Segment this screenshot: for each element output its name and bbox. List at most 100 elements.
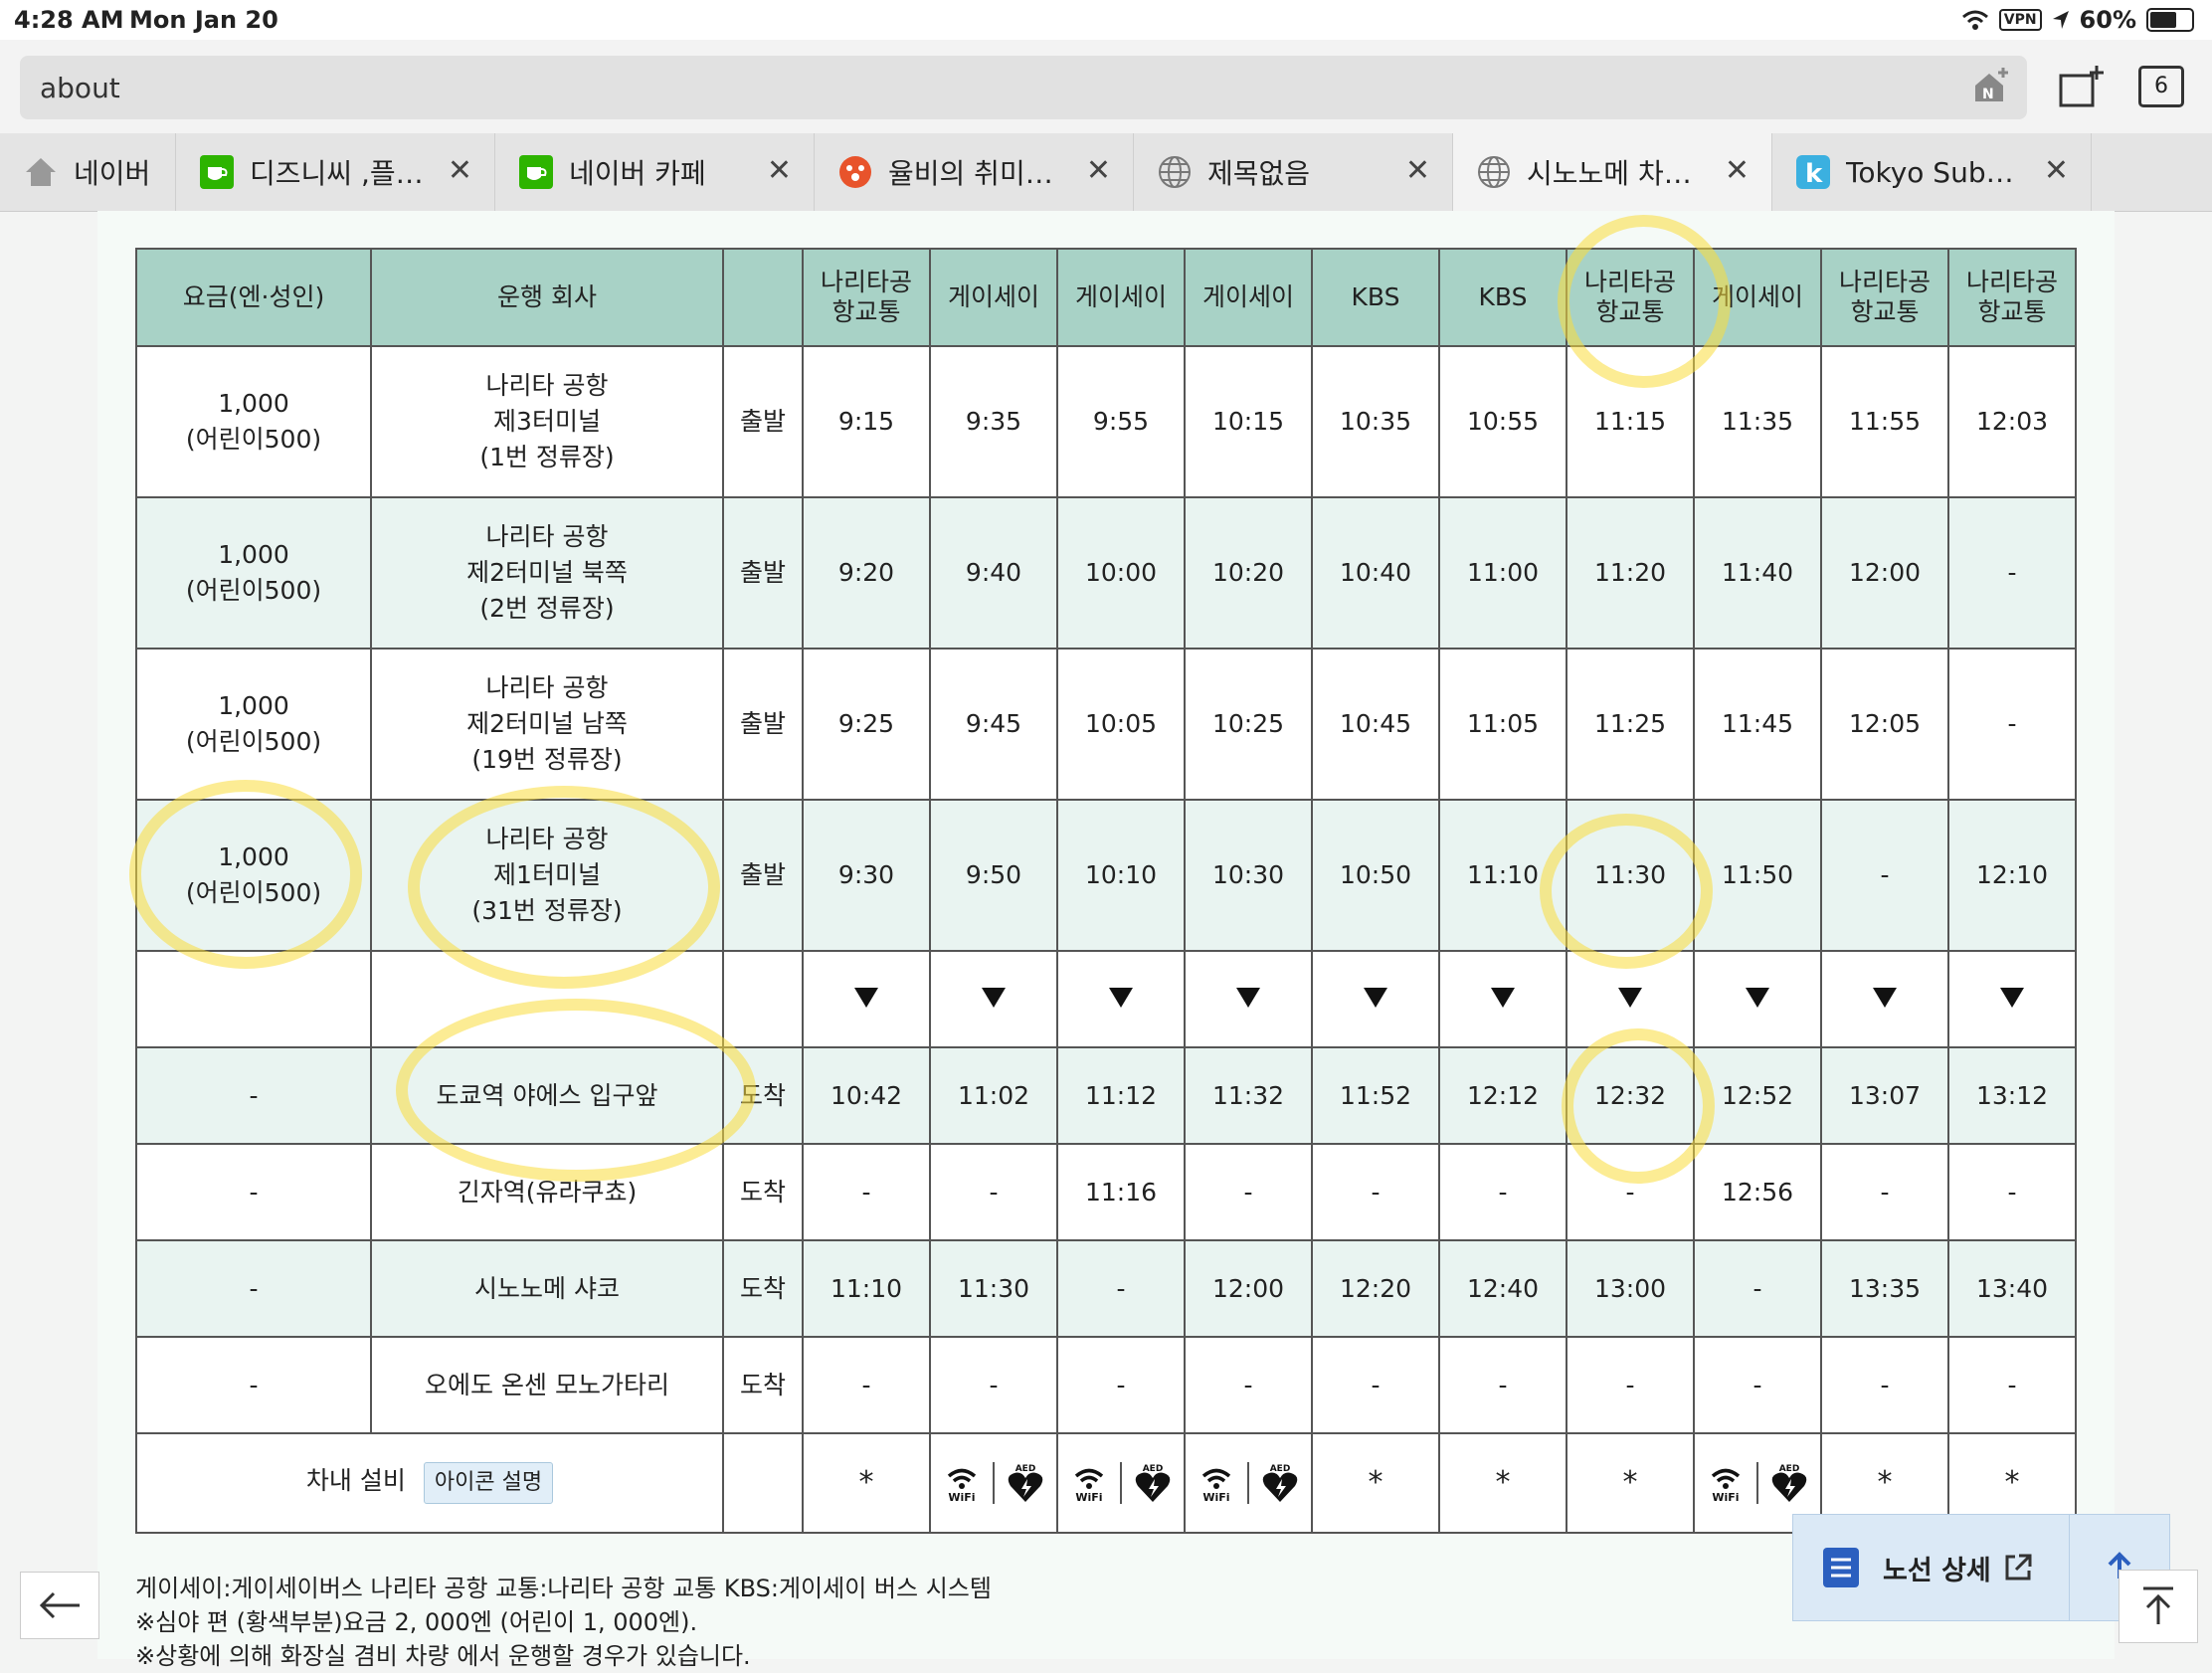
arrival-row: - 시노노메 샤코 도착 11:10 11:30-12:00 12:20 12:40 13:0… [135,1239,2077,1338]
wifi-text: WiFi [1202,1491,1229,1503]
time-cell: 10:10 [1056,799,1186,952]
time-cell: - [1693,1239,1822,1338]
time-cell: 11:05 [1438,648,1567,801]
tab-label: 율비의 취미… [888,157,1053,190]
empty-cell [370,950,724,1048]
fare-cell: - [135,1046,372,1145]
wifi-icon: WiFi [1074,1468,1104,1503]
tab-blog[interactable]: 율비의 취미… ✕ [815,133,1134,211]
close-tab-icon[interactable]: ✕ [767,153,792,188]
operator-header: 게이세이 [1184,248,1313,347]
tab-untitled[interactable]: 제목없음 ✕ [1134,133,1453,211]
operator-header: 나리타공항교통 [1820,248,1949,347]
time-cell: 10:00 [1056,496,1186,650]
facilities-cell: * [1566,1432,1695,1534]
url-text[interactable]: about [40,72,120,104]
time-cell: - [1056,1239,1186,1338]
time-cell: 11:10 [802,1239,931,1338]
external-link-icon [2005,1554,2032,1580]
time-cell: 10:40 [1311,496,1440,650]
status-indicators: VPN 60% [1961,6,2194,34]
time-cell: 13:00 [1566,1239,1695,1338]
time-cell: 11:30 [1566,799,1695,952]
company-header: 운행 회사 [370,248,724,347]
arrival-row: - 도쿄역 야에스 입구앞 도착 10:42 11:02 11:12 11:32 11:52 1… [135,1046,2077,1145]
tab-naver-cafe[interactable]: 네이버 카페 ✕ [495,133,815,211]
cafe-icon [200,155,234,189]
time-cell: 11:00 [1438,496,1567,650]
arrow-cell [1056,950,1186,1048]
tab-label: 디즈니씨 ,플… [250,157,424,190]
close-tab-icon[interactable]: ✕ [1086,153,1111,188]
time-cell: 12:03 [1947,345,2077,498]
icon-help-button[interactable]: 아이콘 설명 [423,1462,554,1504]
route-detail-button[interactable]: 노선 상세 [1792,1514,2071,1621]
time-cell: 11:16 [1056,1143,1186,1241]
note-line: ※상황에 의해 화장실 겸비 차량 에서 운행할 경우가 있습니다. [135,1642,751,1670]
facilities-label-cell: 차내 설비 아이콘 설명 [135,1432,724,1534]
time-cell: - [802,1336,931,1434]
time-cell: 9:15 [802,345,931,498]
operator-header: 게이세이 [929,248,1058,347]
stop-cell: 나리타 공항 제1터미널 (31번 정류장) [370,799,724,952]
time-cell: - [929,1143,1058,1241]
stop-cell: 도쿄역 야에스 입구앞 [370,1046,724,1145]
type-cell: 도착 [722,1239,804,1338]
empty-cell [722,1432,804,1534]
time-cell: 11:50 [1693,799,1822,952]
fare-header: 요금(엔·성인) [135,248,372,347]
close-tab-icon[interactable]: ✕ [1405,153,1430,188]
time-cell: 10:42 [802,1046,931,1145]
fare-cell: 1,000 (어린이500) [135,648,372,801]
wifi-icon [1961,10,1988,30]
tab-label: Tokyo Sub… [1846,155,2014,189]
back-button[interactable] [20,1572,99,1639]
time-cell: 12:10 [1947,799,2077,952]
departure-row: 1,000 (어린이500) 나리타 공항 제2터미널 북쪽 (2번 정류장) 출발… [135,496,2077,650]
tab-disney[interactable]: 디즈니씨 ,플… ✕ [176,133,495,211]
scroll-top-button[interactable] [2119,1570,2198,1643]
close-tab-icon[interactable]: ✕ [1725,153,1750,188]
home-icon [24,155,58,189]
departure-row: 1,000 (어린이500) 나리타 공항 제1터미널 (31번 정류장) 출발 9:… [135,799,2077,952]
note-line: ※심야 편 (황색부분)요금 2, 000엔 (어린이 1, 000엔). [135,1608,698,1636]
facilities-label: 차내 설비 [305,1466,406,1495]
facilities-icons-cell: WiFi AED [1056,1432,1186,1534]
time-cell: 12:00 [1820,496,1949,650]
tab-naver[interactable]: 네이버 [0,133,176,211]
tab-tokyo-subway[interactable]: k Tokyo Sub… ✕ [1772,133,2092,211]
time-cell: 11:35 [1693,345,1822,498]
aed-text: AED [1143,1464,1164,1474]
arrow-cell [1311,950,1440,1048]
operator-header: 나리타공항교통 [1947,248,2077,347]
time-cell: - [1184,1336,1313,1434]
time-cell: 11:02 [929,1046,1058,1145]
arrow-cell [1693,950,1822,1048]
time-cell: 12:32 [1566,1046,1695,1145]
naver-add-icon[interactable]: N [1971,66,2011,105]
fare-cell: 1,000 (어린이500) [135,799,372,952]
address-bar[interactable]: about N [20,56,2027,119]
new-tab-icon[interactable] [2059,64,2105,109]
down-triangle-icon [1109,987,1133,1008]
operator-header: KBS [1438,248,1567,347]
time-cell: 12:20 [1311,1239,1440,1338]
time-cell: 11:30 [929,1239,1058,1338]
time-cell: 9:25 [802,648,931,801]
operator-header: 게이세이 [1056,248,1186,347]
time-cell: - [1947,648,2077,801]
tab-count-button[interactable]: 6 [2138,66,2184,107]
time-cell: 9:20 [802,496,931,650]
tab-shinonome[interactable]: 시노노메 차… ✕ [1453,133,1772,211]
time-cell: 13:40 [1947,1239,2077,1338]
time-cell: 11:40 [1693,496,1822,650]
stop-cell: 나리타 공항 제2터미널 북쪽 (2번 정류장) [370,496,724,650]
arrow-cell [1947,950,2077,1048]
close-tab-icon[interactable]: ✕ [448,153,472,188]
time-cell: 11:10 [1438,799,1567,952]
type-cell: 도착 [722,1046,804,1145]
close-tab-icon[interactable]: ✕ [2044,153,2069,188]
globe-icon [1158,155,1192,189]
aed-heart-icon: AED [1008,1464,1043,1502]
time-cell: 12:40 [1438,1239,1567,1338]
